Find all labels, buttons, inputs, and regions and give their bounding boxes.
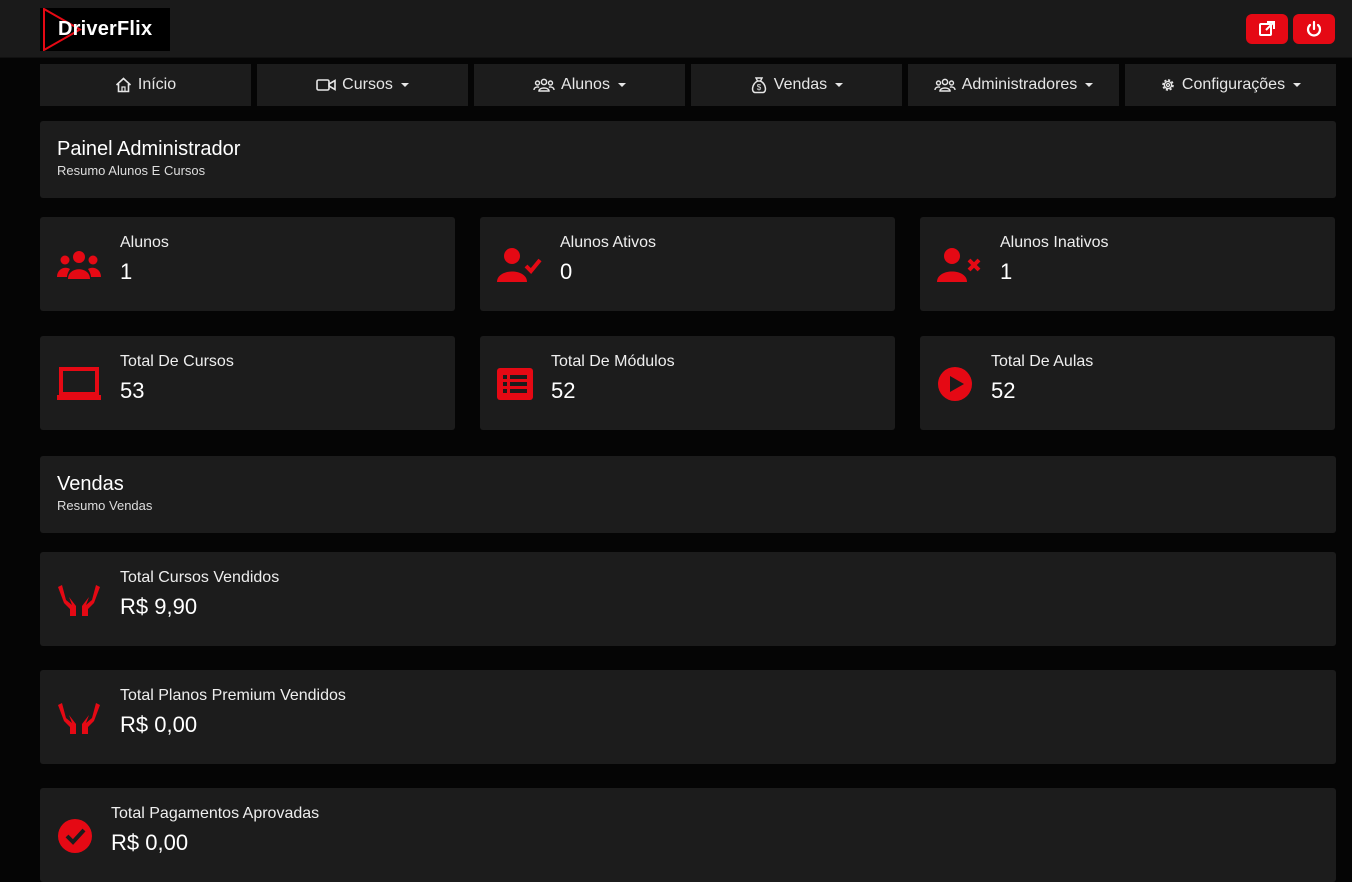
nav-label: Início [137,76,177,93]
sales-value: R$ 9,90 [120,594,198,619]
stat-card-alunos-ativos: Alunos Ativos 0 [480,217,895,311]
stat-label: Total De Módulos [551,353,675,370]
stat-card-total-aulas: Total De Aulas 52 [920,336,1335,430]
users-icon [533,78,555,92]
section-title: Vendas [57,473,124,495]
svg-text:$: $ [757,83,762,92]
play-circle-icon [936,364,974,404]
caret-down-icon [1293,83,1302,87]
sales-value: R$ 0,00 [111,830,189,855]
nav-administradores[interactable]: Administradores [908,64,1119,106]
brand-logo[interactable]: DriverFlix [40,8,170,51]
stat-label: Alunos Inativos [1000,234,1109,251]
stat-label: Total De Aulas [991,353,1094,370]
stat-card-total-modulos: Total De Módulos 52 [480,336,895,430]
check-circle-icon [56,816,94,856]
brand-name: DriverFlix [58,18,153,40]
nav-label: Vendas [773,76,828,93]
stat-value: 1 [120,259,133,284]
vendas-header: Vendas Resumo Vendas [40,456,1336,533]
sales-label: Total Pagamentos Aprovadas [111,805,320,822]
nav-cursos[interactable]: Cursos [257,64,468,106]
main-nav: Início Cursos Alunos $ Vendas Administra… [40,64,1336,106]
nav-label: Alunos [561,76,610,93]
gear-icon [1162,79,1174,91]
hands-icon [56,580,102,620]
caret-down-icon [617,83,626,87]
stat-value: 53 [120,378,145,403]
nav-inicio[interactable]: Início [40,64,251,106]
stat-label: Total De Cursos [120,353,234,370]
logout-button[interactable] [1293,14,1335,44]
laptop-icon [56,364,102,404]
home-icon [115,77,131,93]
nav-alunos[interactable]: Alunos [474,64,685,106]
stat-value: 52 [551,378,576,403]
sales-value: R$ 0,00 [120,712,198,737]
nav-vendas[interactable]: $ Vendas [691,64,902,106]
users-icon [56,245,102,285]
sales-card-cursos: Total Cursos Vendidos R$ 9,90 [40,552,1336,646]
user-x-icon [936,245,982,285]
hands-icon [56,698,102,738]
video-icon [316,79,336,91]
sales-card-premium: Total Planos Premium Vendidos R$ 0,00 [40,670,1336,764]
stat-label: Alunos [120,234,169,251]
power-icon [1306,20,1322,37]
external-link-icon [1259,21,1275,36]
page-subtitle: Resumo Alunos E Cursos [57,163,206,178]
list-icon [496,364,534,404]
top-bar: DriverFlix [0,0,1352,58]
users-cog-icon [933,78,956,92]
page-title: Painel Administrador [57,138,241,160]
stat-card-alunos-inativos: Alunos Inativos 1 [920,217,1335,311]
sales-card-pagamentos: Total Pagamentos Aprovadas R$ 0,00 [40,788,1336,882]
painel-header: Painel Administrador Resumo Alunos E Cur… [40,121,1336,198]
user-check-icon [496,245,542,285]
stat-value: 52 [991,378,1016,403]
money-bag-icon: $ [751,77,766,94]
section-subtitle: Resumo Vendas [57,498,153,513]
sales-label: Total Cursos Vendidos [120,569,280,586]
nav-label: Cursos [342,76,393,93]
nav-configuracoes[interactable]: Configurações [1125,64,1336,106]
stat-value: 1 [1000,259,1013,284]
stat-card-total-cursos: Total De Cursos 53 [40,336,455,430]
caret-down-icon [400,83,409,87]
stat-card-alunos: Alunos 1 [40,217,455,311]
nav-label: Administradores [961,76,1078,93]
external-link-button[interactable] [1246,14,1288,44]
caret-down-icon [835,83,844,87]
stat-label: Alunos Ativos [560,234,657,251]
caret-down-icon [1085,83,1094,87]
sales-label: Total Planos Premium Vendidos [120,687,346,704]
nav-label: Configurações [1181,76,1286,93]
stat-value: 0 [560,259,573,284]
